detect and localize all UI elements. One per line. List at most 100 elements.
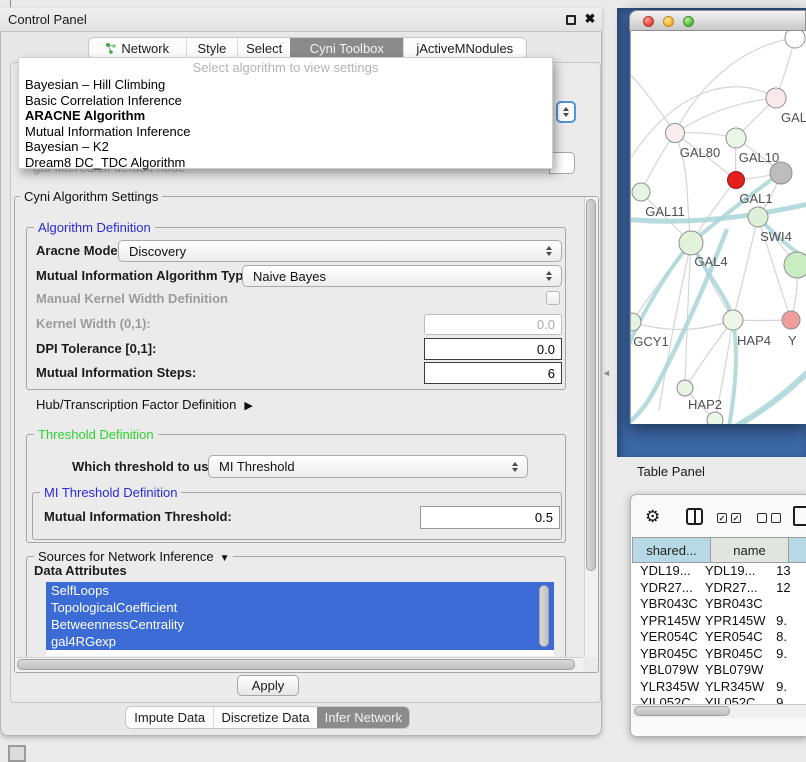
network-node-label: GAL10 [739, 150, 779, 165]
aracne-mode-select[interactable]: Discovery [118, 240, 562, 262]
which-threshold-value: MI Threshold [219, 459, 295, 474]
tab-style[interactable]: Style [186, 38, 238, 58]
network-node-hap4[interactable] [723, 310, 743, 330]
network-node-swi4[interactable] [748, 207, 768, 227]
attributes-scrollbar-thumb[interactable] [539, 585, 549, 647]
select-all-columns-icon[interactable]: ✓✓ [717, 513, 741, 523]
column-header-partial[interactable] [789, 537, 806, 563]
tab-infer-network[interactable]: Infer Network [317, 707, 409, 728]
algorithm-option[interactable]: Mutual Information Inference [19, 124, 552, 140]
table-cell: 12 [772, 580, 806, 597]
close-traffic-icon[interactable] [643, 16, 654, 27]
network-node-hap2[interactable] [677, 380, 693, 396]
table-cell: YBL079W [703, 662, 772, 679]
aracne-mode-label: Aracne Mode: [36, 240, 122, 262]
tab-jactivemnodules[interactable]: jActiveMNodules [403, 38, 526, 58]
which-threshold-label: Which threshold to use: [72, 455, 220, 478]
gear-icon[interactable]: ⚙ [645, 507, 660, 527]
network-node-label: HAP4 [737, 333, 771, 348]
mi-threshold-group-title: MI Threshold Definition [40, 485, 181, 500]
dpi-tolerance-input[interactable]: 0.0 [424, 338, 562, 360]
table-row[interactable]: YBR043CYBR043C [632, 596, 806, 613]
network-canvas[interactable]: GALGAL80GAL10GAL1GAL11SWI4GAL4GCY1HAP4YH… [630, 31, 806, 424]
settings-vscrollbar-thumb[interactable] [586, 199, 596, 571]
table-cell: 9. [772, 646, 806, 663]
kernel-width-label: Kernel Width (0,1): [36, 313, 151, 334]
data-attribute-item[interactable]: gal4RGexp [46, 633, 554, 650]
kernel-width-input[interactable]: 0.0 [424, 314, 562, 335]
cyni-settings-frame-title: Cyni Algorithm Settings [20, 189, 162, 204]
network-node[interactable] [770, 162, 792, 184]
network-node[interactable] [785, 31, 805, 48]
hub-definition-expander[interactable]: Hub/Transcription Factor Definition▶ [36, 396, 253, 414]
network-node-label: GAL4 [694, 254, 727, 269]
data-attributes-label: Data Attributes [34, 563, 127, 579]
manual-kernel-checkbox[interactable] [546, 291, 560, 305]
table-cell: YDR27... [703, 580, 772, 597]
zoom-traffic-icon[interactable] [683, 16, 694, 27]
close-icon[interactable]: ✖ [582, 9, 598, 29]
tab-impute-data[interactable]: Impute Data [126, 707, 213, 728]
network-node-y[interactable] [782, 311, 800, 329]
which-threshold-select[interactable]: MI Threshold [208, 455, 528, 478]
table-cell: 9. [772, 679, 806, 696]
tab-network[interactable]: Network [89, 38, 186, 58]
tab-discretize-data[interactable]: Discretize Data [213, 707, 316, 728]
network-node-gal[interactable] [766, 88, 786, 108]
mi-steps-label: Mutual Information Steps: [36, 362, 196, 384]
network-window-titlebar[interactable] [629, 10, 806, 31]
table-row[interactable]: YBL079WYBL079W [632, 662, 806, 679]
mi-steps-input[interactable]: 6 [424, 362, 562, 384]
export-table-icon[interactable] [793, 506, 806, 526]
algorithm-dropdown-list: Bayesian – Hill ClimbingBasic Correlatio… [19, 77, 552, 170]
tab-cyni-toolbox[interactable]: Cyni Toolbox [290, 38, 402, 58]
algorithm-dropdown-placeholder: Select algorithm to view settings [19, 58, 552, 77]
table-cell: YIL052C [632, 695, 703, 704]
settings-hscrollbar-thumb[interactable] [17, 659, 575, 670]
column-header-shared[interactable]: shared... [632, 537, 711, 563]
tab-select[interactable]: Select [237, 38, 290, 58]
table-cell [772, 596, 806, 613]
sources-group-title[interactable]: Sources for Network Inference▼ [34, 549, 233, 564]
table-row[interactable]: YBR045CYBR045C9. [632, 646, 806, 663]
network-node[interactable] [784, 252, 806, 278]
table-cell: 8. [772, 629, 806, 646]
apply-button[interactable]: Apply [237, 675, 299, 696]
float-window-icon[interactable] [566, 15, 576, 25]
network-icon [105, 42, 117, 54]
column-header-name[interactable]: name [711, 537, 789, 563]
network-node[interactable] [707, 412, 723, 424]
algorithm-option[interactable]: Bayesian – K2 [19, 139, 552, 155]
collapsed-panel-icon[interactable] [8, 745, 26, 762]
network-node-gcy1[interactable] [631, 313, 641, 331]
mi-threshold-input[interactable]: 0.5 [420, 506, 560, 529]
algorithm-option[interactable]: Dream8 DC_TDC Algorithm [19, 155, 552, 171]
minimize-traffic-icon[interactable] [663, 16, 674, 27]
mi-type-select[interactable]: Naive Bayes [242, 265, 562, 287]
algorithm-combo-arrow-button[interactable] [556, 101, 576, 123]
algorithm-option[interactable]: Basic Correlation Inference [19, 93, 552, 109]
table-row[interactable]: YDR27...YDR27...12 [632, 580, 806, 597]
table-row[interactable]: YPR145WYPR145W9. [632, 613, 806, 630]
table-hscrollbar-thumb[interactable] [634, 706, 730, 716]
algorithm-option[interactable]: Bayesian – Hill Climbing [19, 77, 552, 93]
table-cell: YER054C [703, 629, 772, 646]
data-attribute-item[interactable]: TopologicalCoefficient [46, 599, 554, 616]
network-node-gal11[interactable] [632, 183, 650, 201]
splitter-collapse-icon[interactable]: ◄ [602, 366, 616, 380]
network-node-gal4[interactable] [679, 231, 703, 255]
table-row[interactable]: YDL19...YDL19...13 [632, 563, 806, 580]
control-panel-tabs: NetworkStyleSelectCyni ToolboxjActiveMNo… [88, 37, 527, 59]
split-columns-icon[interactable] [686, 508, 703, 525]
table-row[interactable]: YLR345WYLR345W9. [632, 679, 806, 696]
table-row[interactable]: YIL052CYIL052C9 [632, 695, 806, 704]
network-node-gal10[interactable] [726, 128, 746, 148]
table-cell: 9. [772, 613, 806, 630]
deselect-all-columns-icon[interactable] [757, 513, 781, 523]
network-node-gal1[interactable] [728, 172, 745, 189]
table-row[interactable]: YER054CYER054C8. [632, 629, 806, 646]
network-node-gal80[interactable] [666, 124, 685, 143]
data-attribute-item[interactable]: SelfLoops [46, 582, 554, 599]
data-attribute-item[interactable]: BetweennessCentrality [46, 616, 554, 633]
algorithm-option[interactable]: ARACNE Algorithm [19, 108, 552, 124]
